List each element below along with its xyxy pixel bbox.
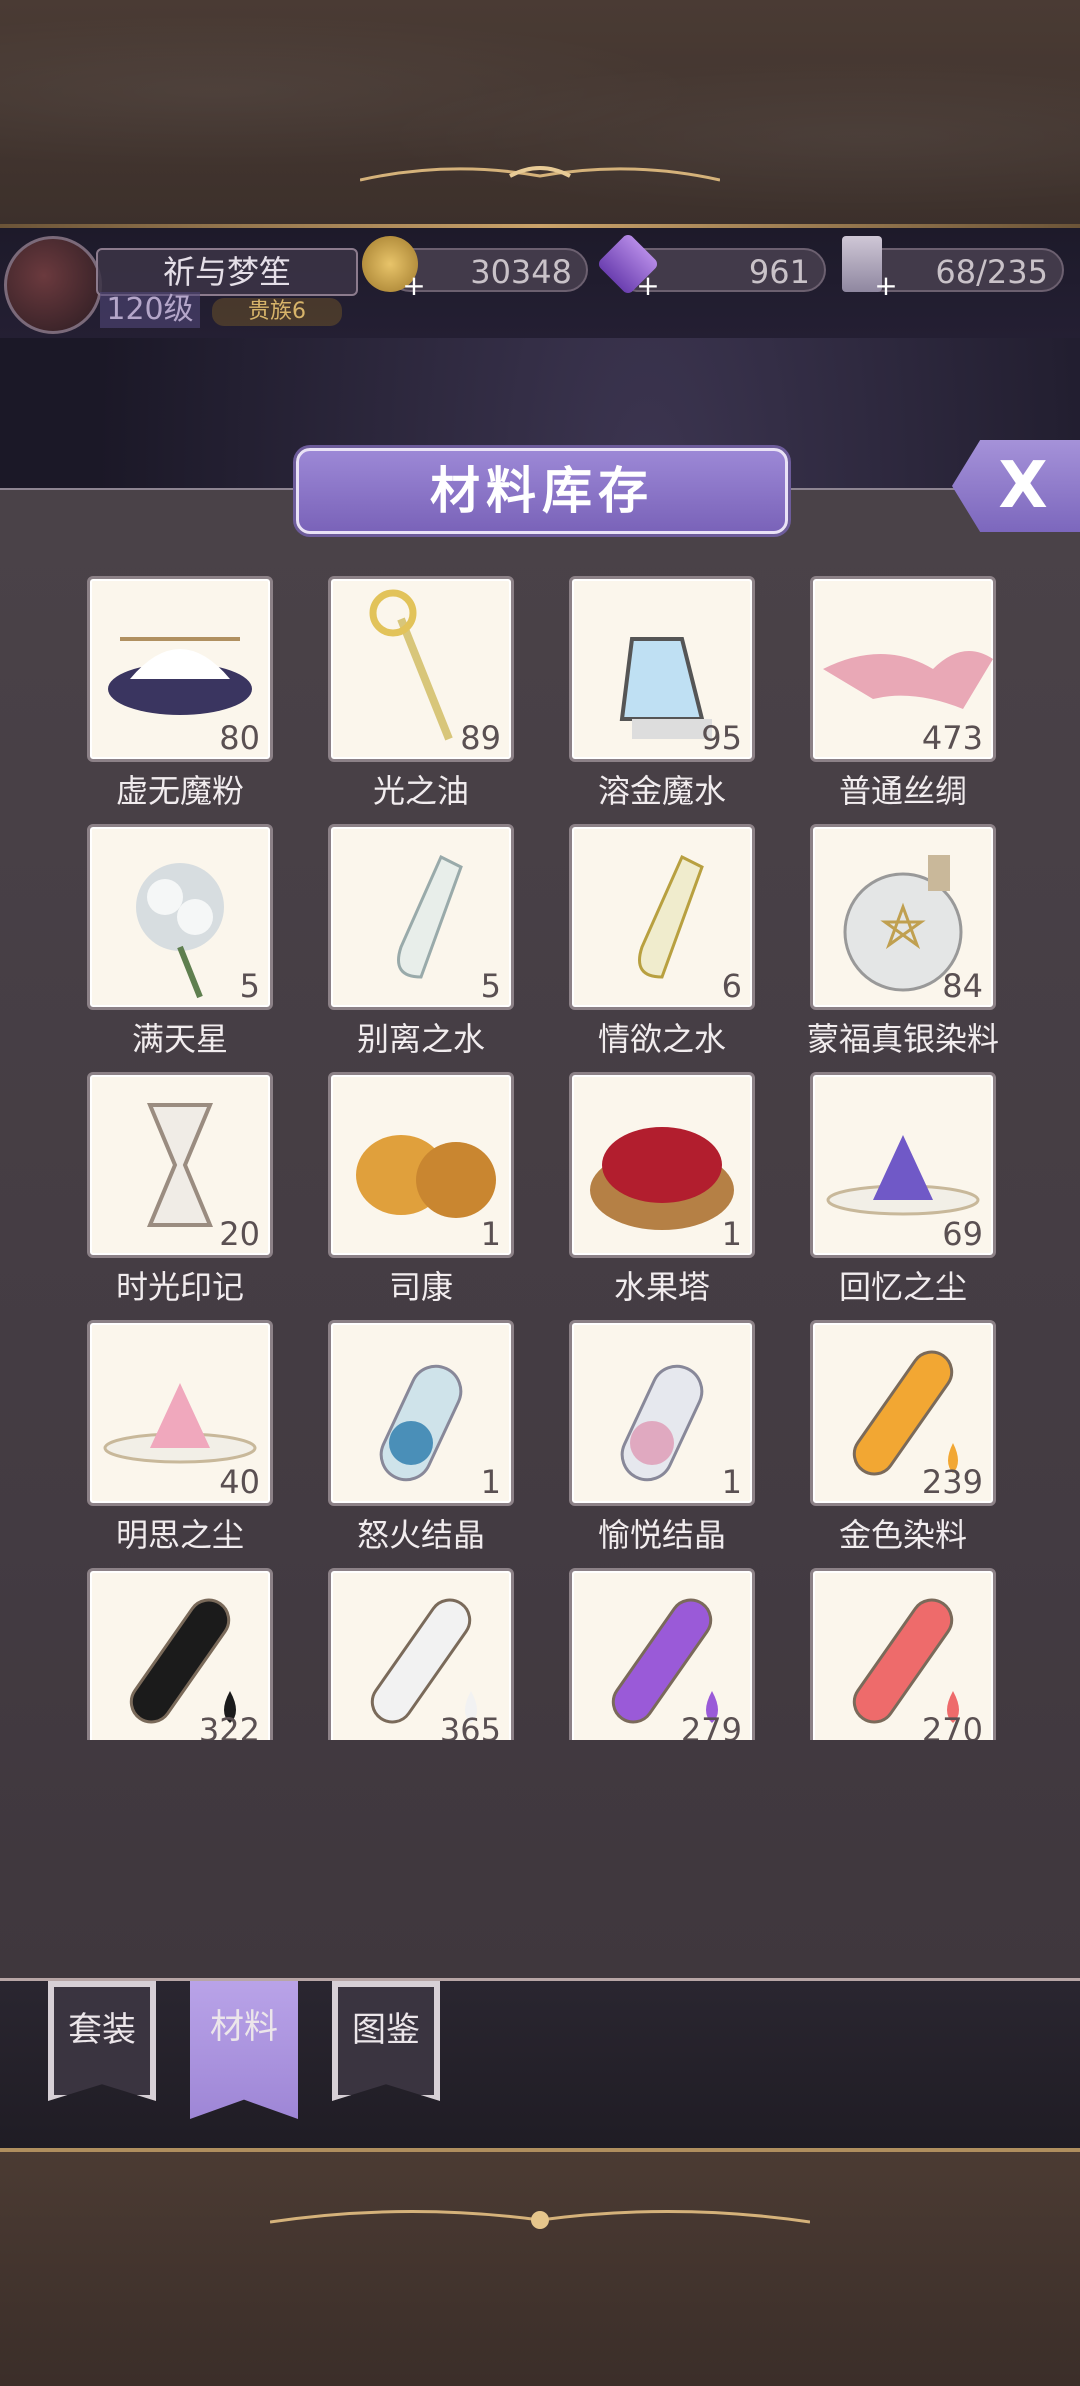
item-tile[interactable]: 1 [328, 1320, 514, 1506]
item-count: 20 [219, 1215, 260, 1253]
item-tile[interactable]: 1 [328, 1072, 514, 1258]
item-name: 溶金魔水 [597, 772, 726, 810]
inventory-item[interactable]: 239 金色染料 [810, 1320, 996, 1556]
bottom-decor-band [0, 2148, 1080, 2386]
item-tile[interactable]: 5 [328, 824, 514, 1010]
inventory-item[interactable]: 473 普通丝绸 [810, 576, 996, 812]
item-tile[interactable]: 69 [810, 1072, 996, 1258]
item-count: 322 [198, 1711, 260, 1740]
item-count: 270 [921, 1711, 983, 1740]
inventory-item[interactable]: 95 溶金魔水 [569, 576, 755, 812]
item-tile[interactable]: 239 [810, 1320, 996, 1506]
inventory-item[interactable]: 6 情欲之水 [569, 824, 755, 1060]
item-name: 蒙福真银染料 [806, 1020, 999, 1058]
item-count: 5 [239, 967, 260, 1005]
item-count: 95 [701, 719, 742, 757]
item-name: 别离之水 [356, 1020, 485, 1058]
item-count: 6 [721, 967, 742, 1005]
item-count: 89 [460, 719, 501, 757]
inventory-item[interactable]: 270 [810, 1568, 996, 1740]
item-name: 回忆之尘 [838, 1268, 967, 1306]
item-name: 满天星 [131, 1020, 228, 1058]
item-name: 情欲之水 [597, 1020, 726, 1058]
item-count: 1 [480, 1463, 501, 1501]
inventory-item[interactable]: 5 满天星 [87, 824, 273, 1060]
item-count: 84 [942, 967, 983, 1005]
item-tile[interactable]: 89 [328, 576, 514, 762]
item-count: 279 [680, 1711, 742, 1740]
tab-materials[interactable]: 材料 [190, 1981, 298, 2119]
item-tile[interactable]: 5 [87, 824, 273, 1010]
item-count: 365 [439, 1711, 501, 1740]
tab-bar: 套装 材料 图鉴 [0, 1978, 1080, 2151]
item-name: 时光印记 [115, 1268, 244, 1306]
inventory-item[interactable]: 80 虚无魔粉 [87, 576, 273, 812]
item-count: 80 [219, 719, 260, 757]
item-name: 虚无魔粉 [115, 772, 244, 810]
item-name: 司康 [388, 1268, 453, 1306]
item-count: 5 [480, 967, 501, 1005]
item-tile[interactable]: 1 [569, 1320, 755, 1506]
item-count: 1 [721, 1463, 742, 1501]
inventory-item[interactable]: 40 明思之尘 [87, 1320, 273, 1556]
inventory-item[interactable]: 20 时光印记 [87, 1072, 273, 1308]
tab-outfits[interactable]: 套装 [48, 1981, 156, 2101]
gold-flourish-icon [270, 2209, 810, 2229]
inventory-item[interactable]: 1 愉悦结晶 [569, 1320, 755, 1556]
inventory-item[interactable]: 69 回忆之尘 [810, 1072, 996, 1308]
inventory-item[interactable]: 365 [328, 1568, 514, 1740]
inventory-item[interactable]: 1 司康 [328, 1072, 514, 1308]
item-count: 1 [480, 1215, 501, 1253]
item-count: 69 [942, 1215, 983, 1253]
item-tile[interactable]: 20 [87, 1072, 273, 1258]
item-count: 473 [921, 719, 983, 757]
tab-collection[interactable]: 图鉴 [332, 1981, 440, 2101]
item-tile[interactable]: 270 [810, 1568, 996, 1740]
item-tile[interactable]: 322 [87, 1568, 273, 1740]
item-tile[interactable]: 40 [87, 1320, 273, 1506]
inventory-item[interactable]: 1 怒火结晶 [328, 1320, 514, 1556]
item-tile[interactable]: 365 [328, 1568, 514, 1740]
item-tile[interactable]: 6 [569, 824, 755, 1010]
item-name: 愉悦结晶 [597, 1516, 726, 1554]
inventory-item[interactable]: 322 [87, 1568, 273, 1740]
item-name: 明思之尘 [115, 1516, 244, 1554]
item-name: 普通丝绸 [838, 772, 967, 810]
inventory-item[interactable]: 5 别离之水 [328, 824, 514, 1060]
item-count: 1 [721, 1215, 742, 1253]
inventory-item[interactable]: 89 光之油 [328, 576, 514, 812]
item-tile[interactable]: 80 [87, 576, 273, 762]
item-name: 光之油 [372, 772, 469, 810]
item-tile[interactable]: 1 [569, 1072, 755, 1258]
item-tile[interactable]: 95 [569, 576, 755, 762]
item-grid: 80 虚无魔粉 89 光之油 95 溶金魔水 473 普通丝绸 5 满天星 5 别离之水 6 情欲之水 84… [0, 0, 1080, 1740]
item-name: 水果塔 [613, 1268, 710, 1306]
item-tile[interactable]: 473 [810, 576, 996, 762]
item-name: 怒火结晶 [356, 1516, 485, 1554]
inventory-item[interactable]: 84 蒙福真银染料 [807, 824, 999, 1060]
inventory-item[interactable]: 279 [569, 1568, 755, 1740]
item-tile[interactable]: 84 [810, 824, 996, 1010]
item-count: 40 [219, 1463, 260, 1501]
item-name: 金色染料 [838, 1516, 967, 1554]
item-tile[interactable]: 279 [569, 1568, 755, 1740]
item-count: 239 [921, 1463, 983, 1501]
inventory-item[interactable]: 1 水果塔 [569, 1072, 755, 1308]
